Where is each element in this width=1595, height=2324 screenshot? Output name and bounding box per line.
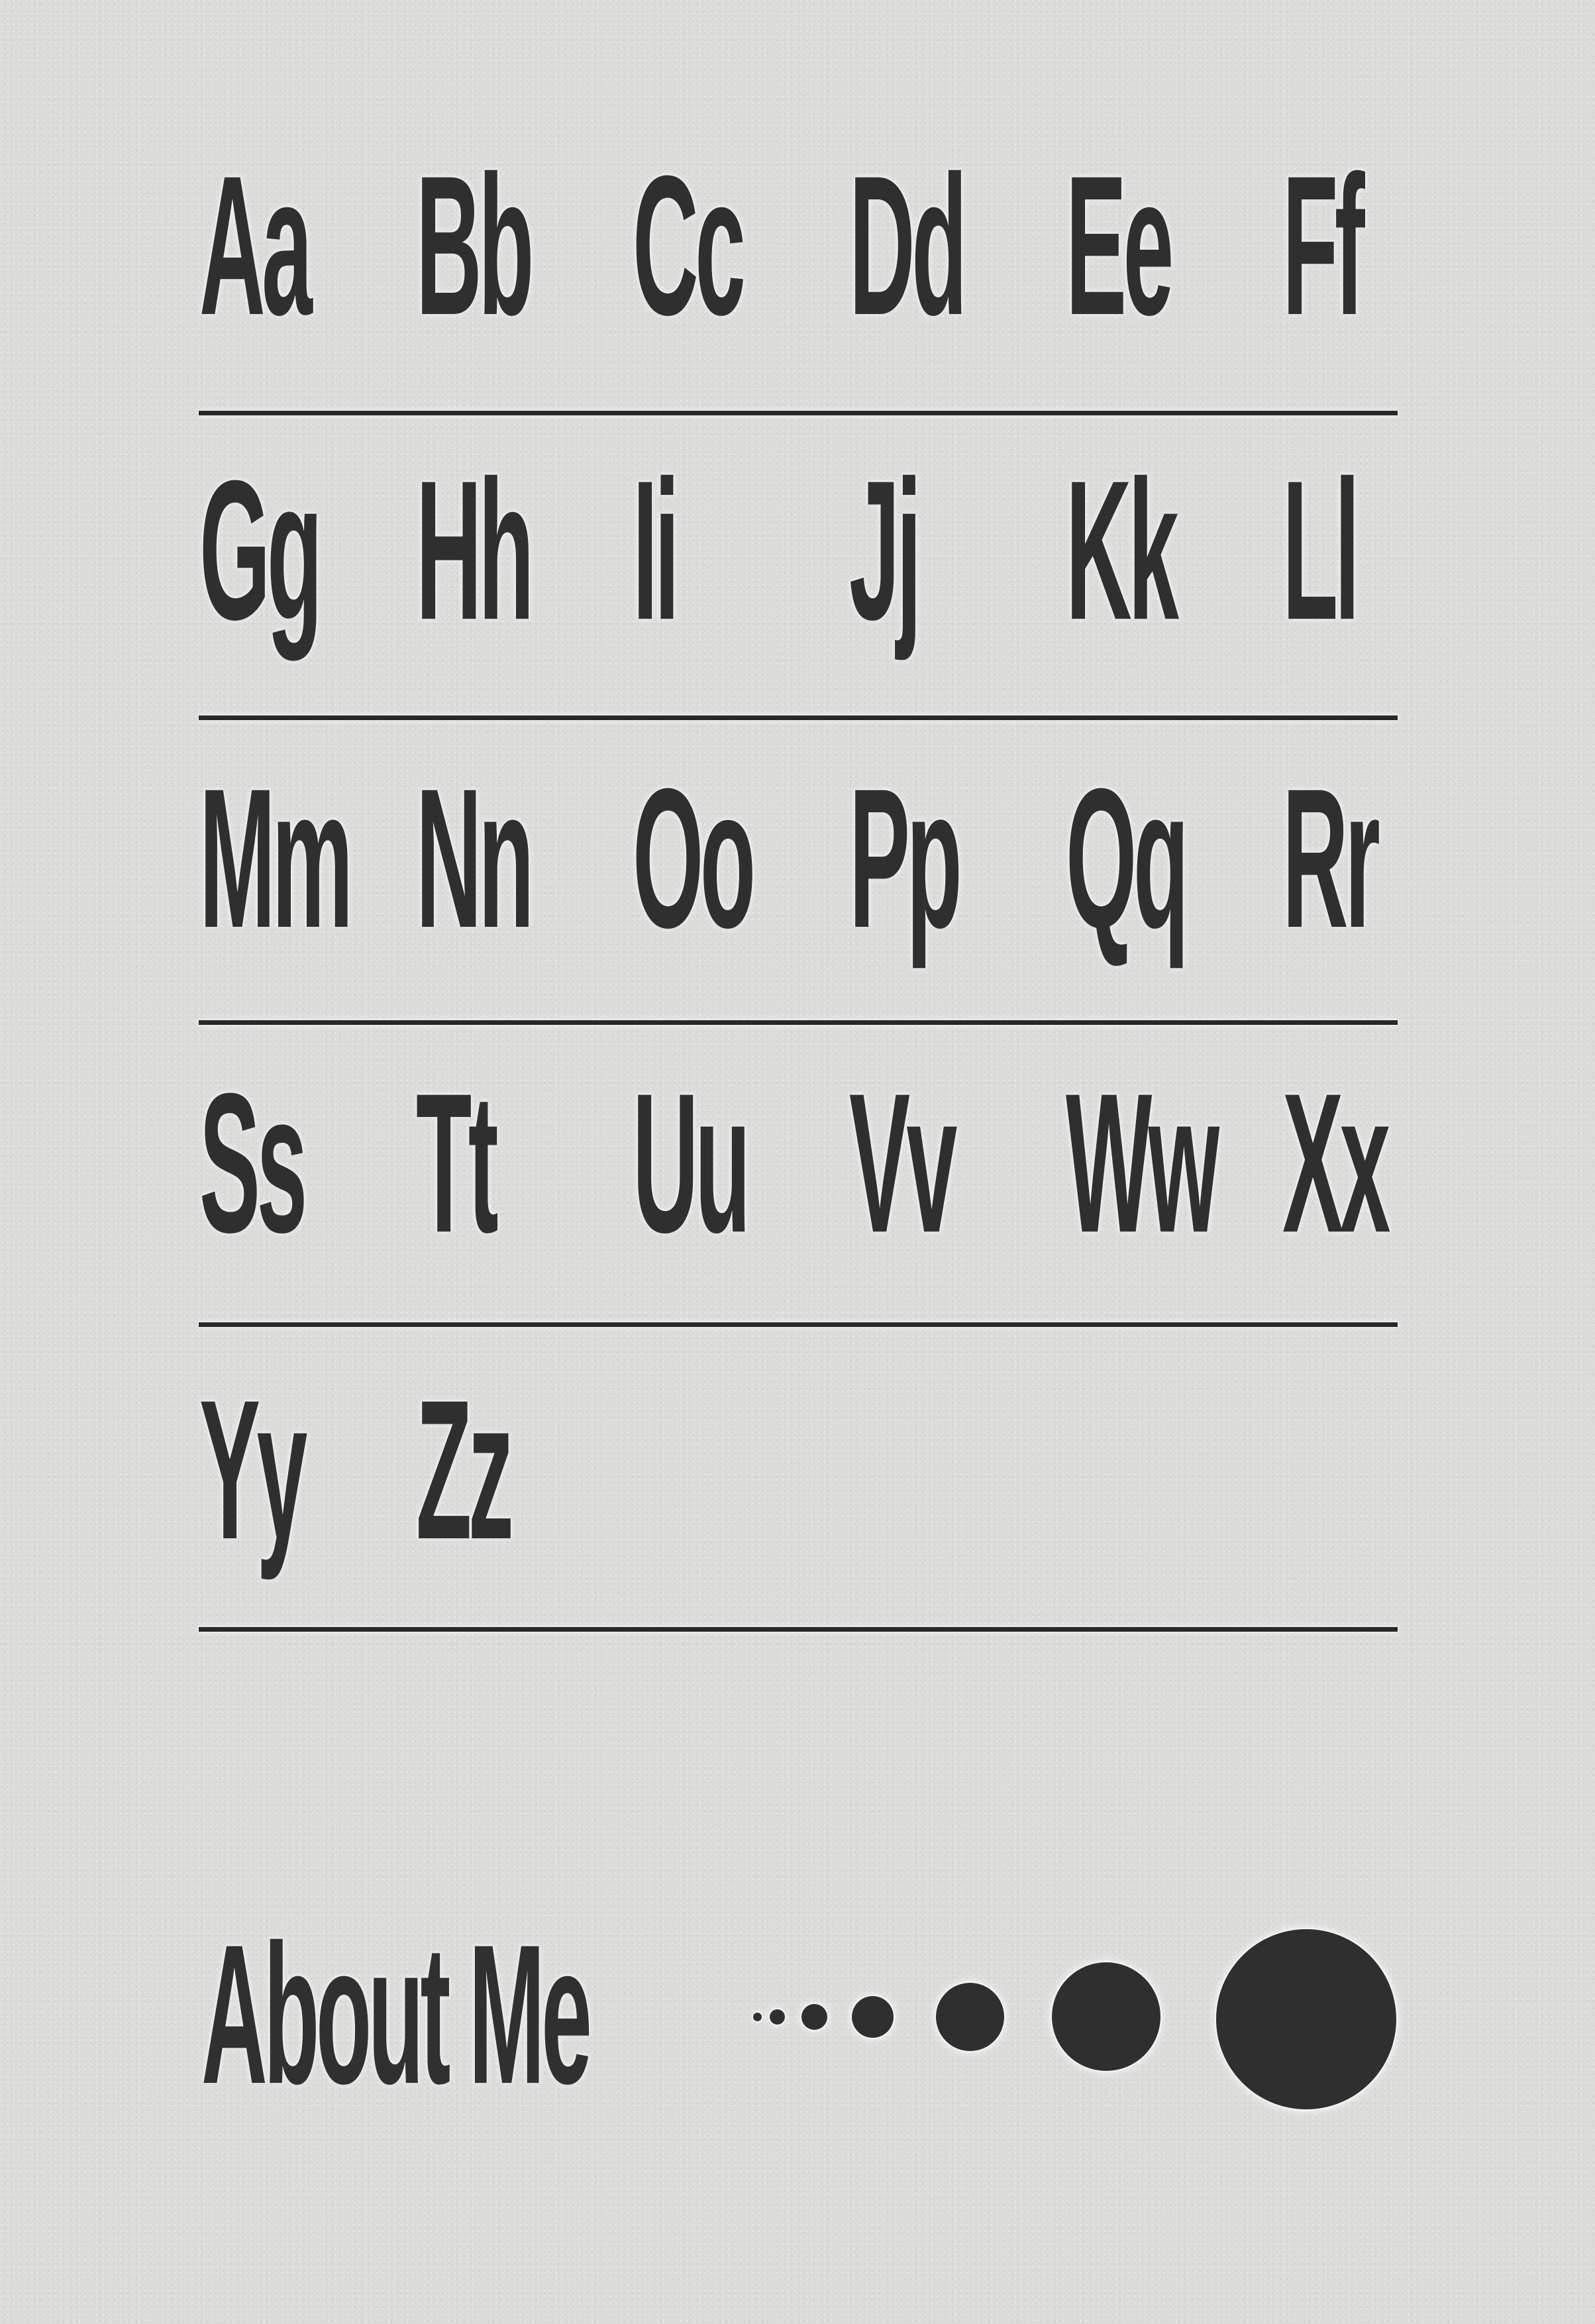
glyph-row-5: Yy Zz	[199, 1370, 1398, 1648]
glyph-pair-xx: Xx	[1282, 1051, 1390, 1274]
glyph-pair-qq: Qq	[1066, 747, 1189, 969]
glyph-cell-xx: Xx	[1282, 1063, 1455, 1328]
graduated-dot-1	[753, 2013, 762, 2021]
glyph-cell-dd: Dd	[849, 146, 1021, 411]
glyph-cell-gg: Gg	[199, 450, 372, 715]
glyph-cell-hh: Hh	[416, 450, 588, 715]
glyph-pair-ee: Ee	[1066, 134, 1174, 356]
graduated-dot-2	[770, 2009, 785, 2025]
glyph-row-2: Gg Hh Ii Jj Kk Ll	[199, 450, 1398, 729]
glyph-cell-ll: Ll	[1282, 450, 1455, 715]
glyph-cell-oo: Oo	[633, 759, 805, 1024]
glyph-cell-ff: Ff	[1282, 146, 1455, 411]
glyph-cell-pp: Pp	[849, 759, 1021, 1024]
glyph-pair-cc: Cc	[633, 134, 746, 356]
glyph-pair-aa: Aa	[199, 134, 313, 356]
glyph-pair-hh: Hh	[416, 439, 534, 661]
glyph-cell-vv: Vv	[849, 1063, 1021, 1328]
glyph-pair-jj: Jj	[849, 439, 922, 661]
glyph-pair-ss: Ss	[199, 1051, 307, 1274]
glyph-row-3: Mm Nn Oo Pp Qq Rr	[199, 759, 1398, 1037]
glyph-cell-ii: Ii	[633, 450, 805, 715]
glyph-cell-yy: Yy	[199, 1370, 372, 1635]
glyph-row-1: Aa Bb Cc Dd Ee Ff	[199, 146, 1398, 424]
graduated-dot-7	[1216, 1929, 1396, 2109]
glyph-cell-bb: Bb	[416, 146, 588, 411]
glyph-cell-cc: Cc	[633, 146, 805, 411]
glyph-cell-ee: Ee	[1066, 146, 1238, 411]
row-divider-3	[199, 1020, 1398, 1025]
glyph-pair-zz: Zz	[416, 1358, 514, 1581]
alphabet-poster: Aa Bb Cc Dd Ee Ff Gg Hh Ii Jj Kk Ll Mm N…	[0, 0, 1595, 2324]
row-divider-2	[199, 715, 1398, 720]
glyph-pair-gg: Gg	[199, 439, 323, 661]
glyph-cell-qq: Qq	[1066, 759, 1238, 1024]
glyph-cell-jj: Jj	[849, 450, 1021, 715]
row-divider-1	[199, 411, 1398, 415]
glyph-pair-oo: Oo	[633, 747, 756, 969]
glyph-cell-aa: Aa	[199, 146, 372, 411]
glyph-cell-kk: Kk	[1066, 450, 1238, 715]
about-me-title: About Me	[201, 1903, 592, 2125]
glyph-pair-ff: Ff	[1282, 134, 1365, 356]
glyph-cell-ss: Ss	[199, 1063, 372, 1328]
glyph-cell-nn: Nn	[416, 759, 588, 1024]
glyph-cell-uu: Uu	[633, 1063, 805, 1328]
glyph-cell-tt: Tt	[416, 1063, 588, 1328]
glyph-pair-vv: Vv	[849, 1051, 957, 1274]
glyph-pair-ii: Ii	[633, 439, 680, 661]
glyph-pair-kk: Kk	[1066, 439, 1179, 661]
glyph-pair-ww: Ww	[1066, 1051, 1219, 1274]
glyph-pair-tt: Tt	[416, 1051, 499, 1274]
glyph-cell-zz: Zz	[416, 1370, 588, 1635]
glyph-pair-pp: Pp	[849, 747, 962, 969]
glyph-pair-bb: Bb	[416, 134, 534, 356]
glyph-pair-uu: Uu	[633, 1051, 750, 1274]
graduated-dot-6	[1052, 1962, 1160, 2071]
row-divider-5	[199, 1627, 1398, 1632]
glyph-pair-dd: Dd	[849, 134, 967, 356]
graduated-dot-4	[852, 1996, 894, 2038]
graduated-dot-3	[801, 2004, 827, 2030]
glyph-cell-ww: Ww	[1066, 1063, 1238, 1328]
row-divider-4	[199, 1322, 1398, 1327]
glyph-cell-rr: Rr	[1282, 759, 1455, 1024]
glyph-pair-mm: Mm	[199, 747, 353, 969]
glyph-pair-nn: Nn	[416, 747, 534, 969]
glyph-row-4: Ss Tt Uu Vv Ww Xx	[199, 1063, 1398, 1342]
glyph-pair-ll: Ll	[1282, 439, 1360, 661]
graduated-dot-5	[936, 1983, 1004, 2051]
glyph-pair-rr: Rr	[1282, 747, 1380, 969]
glyph-pair-yy: Yy	[199, 1358, 307, 1581]
glyph-cell-mm: Mm	[199, 759, 372, 1024]
